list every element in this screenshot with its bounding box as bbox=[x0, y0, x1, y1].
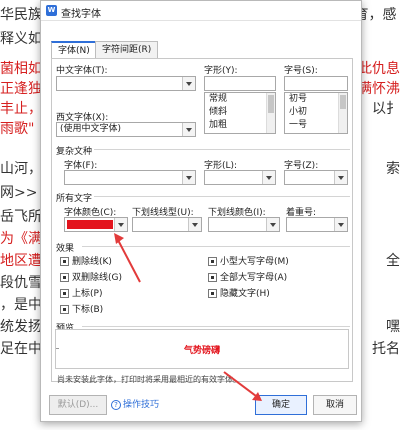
dialog-titlebar[interactable]: W 查找字体 bbox=[41, 1, 361, 21]
style-input[interactable] bbox=[204, 76, 276, 91]
strikethrough-checkbox[interactable]: 删除线(K) bbox=[60, 257, 112, 267]
document-text-line: 托名 bbox=[372, 341, 400, 357]
style-scrollbar[interactable] bbox=[266, 93, 275, 133]
document-text-line: 释义如 bbox=[0, 31, 42, 47]
document-text-line: 以扌 bbox=[372, 101, 400, 117]
checkbox-box[interactable] bbox=[208, 289, 217, 298]
effects-section-title: 效果 bbox=[56, 244, 75, 254]
checkbox-box[interactable] bbox=[208, 273, 217, 282]
size-input[interactable] bbox=[284, 76, 348, 91]
font-not-installed-note: 尚未安装此字体，打印时将采用最相近的有效字体。 bbox=[57, 375, 241, 384]
size-label: 字号(S): bbox=[284, 66, 318, 76]
chevron-down-icon[interactable] bbox=[182, 77, 195, 90]
document-text-line: 地区遭 bbox=[0, 253, 42, 269]
size-scrollbar[interactable] bbox=[338, 93, 347, 133]
chevron-down-icon[interactable] bbox=[334, 218, 347, 231]
cancel-button[interactable]: 取消 bbox=[313, 395, 357, 415]
dialog-title: 查找字体 bbox=[61, 9, 101, 20]
document-text-line: 菌相如 bbox=[0, 61, 42, 77]
list-item[interactable]: 倾斜 bbox=[205, 106, 275, 119]
checkbox-box[interactable] bbox=[208, 257, 217, 266]
checkbox-label: 下标(B) bbox=[72, 305, 104, 315]
help-link[interactable]: ? 操作技巧 bbox=[111, 400, 159, 411]
superscript-checkbox[interactable]: 上标(P) bbox=[60, 289, 102, 299]
western-font-value: (使用中文字体) bbox=[60, 124, 122, 134]
checkbox-box[interactable] bbox=[60, 273, 69, 282]
document-text-line: 满怀沸 bbox=[358, 81, 400, 97]
style-listbox[interactable]: 常规 倾斜 加粗 bbox=[204, 92, 276, 134]
chevron-down-icon[interactable] bbox=[334, 171, 347, 184]
all-caps-checkbox[interactable]: 全部大写字母(A) bbox=[208, 273, 287, 283]
section-divider bbox=[82, 326, 350, 327]
help-link-label: 操作技巧 bbox=[123, 400, 160, 410]
section-divider bbox=[82, 246, 350, 247]
chevron-down-icon[interactable] bbox=[114, 218, 127, 231]
checkbox-box[interactable] bbox=[60, 305, 69, 314]
chinese-font-combo[interactable] bbox=[56, 76, 196, 91]
document-text-line: 统发扬 bbox=[0, 319, 42, 335]
complex-section-title: 复杂文种 bbox=[56, 147, 93, 157]
chevron-down-icon[interactable] bbox=[182, 171, 195, 184]
find-font-dialog: W 查找字体 字体(N) 字符间距(R) 中文字体(T): 字形(Y): 字号(… bbox=[40, 0, 362, 422]
hidden-text-checkbox[interactable]: 隐藏文字(H) bbox=[208, 289, 270, 299]
western-font-combo[interactable]: (使用中文字体) bbox=[56, 122, 196, 137]
document-text-line: 山河， bbox=[0, 161, 42, 177]
font-color-picker[interactable] bbox=[64, 217, 128, 232]
checkbox-label: 双删除线(G) bbox=[72, 273, 122, 283]
complex-font-combo[interactable] bbox=[64, 170, 196, 185]
document-text-line: 雨歌" bbox=[0, 121, 35, 137]
document-text-line: 岳飞所 bbox=[0, 209, 42, 225]
chevron-down-icon[interactable] bbox=[262, 171, 275, 184]
scrollbar-thumb[interactable] bbox=[268, 95, 274, 113]
section-divider bbox=[94, 196, 350, 197]
font-color-swatch bbox=[67, 220, 113, 229]
underline-color-combo[interactable] bbox=[208, 217, 280, 232]
scrollbar-thumb[interactable] bbox=[340, 95, 346, 109]
all-text-section-title: 所有文字 bbox=[56, 194, 93, 204]
document-text-line: 网>> bbox=[0, 185, 38, 201]
document-text-line: 全 bbox=[386, 253, 400, 269]
chevron-down-icon[interactable] bbox=[188, 218, 201, 231]
checkbox-box[interactable] bbox=[60, 289, 69, 298]
document-text-line: 正逢独 bbox=[0, 81, 42, 97]
chinese-font-label: 中文字体(T): bbox=[56, 66, 108, 76]
font-preview-box: 气势磅礴 bbox=[55, 329, 349, 369]
double-strikethrough-checkbox[interactable]: 双删除线(G) bbox=[60, 273, 122, 283]
checkbox-label: 隐藏文字(H) bbox=[220, 289, 270, 299]
chevron-down-icon[interactable] bbox=[266, 218, 279, 231]
document-text-line: 段仇雪 bbox=[0, 275, 42, 291]
section-divider bbox=[94, 149, 350, 150]
question-icon: ? bbox=[111, 400, 121, 410]
style-label: 字形(Y): bbox=[204, 66, 238, 76]
document-text-line: ，是中 bbox=[0, 297, 42, 313]
default-button[interactable]: 默认(D)... bbox=[49, 395, 107, 415]
document-text-line: 此仇息 bbox=[358, 61, 400, 77]
subscript-checkbox[interactable]: 下标(B) bbox=[60, 305, 103, 315]
chevron-down-icon[interactable] bbox=[182, 123, 195, 136]
small-caps-checkbox[interactable]: 小型大写字母(M) bbox=[208, 257, 289, 267]
document-text-line: 为《满 bbox=[0, 231, 42, 247]
checkbox-label: 删除线(K) bbox=[72, 257, 112, 267]
underline-type-combo[interactable] bbox=[132, 217, 202, 232]
size-listbox[interactable]: 初号 小初 一号 bbox=[284, 92, 348, 134]
tab-character-spacing[interactable]: 字符间距(R) bbox=[95, 41, 159, 59]
ok-button[interactable]: 确定 bbox=[255, 395, 307, 415]
emphasis-combo[interactable] bbox=[286, 217, 348, 232]
complex-style-combo[interactable] bbox=[204, 170, 276, 185]
checkbox-label: 上标(P) bbox=[72, 289, 103, 299]
checkbox-label: 小型大写字母(M) bbox=[220, 257, 289, 267]
complex-size-combo[interactable] bbox=[284, 170, 348, 185]
list-item[interactable]: 加粗 bbox=[205, 119, 275, 132]
document-text-line: 嘿 bbox=[386, 319, 400, 335]
document-text-line: 索 bbox=[386, 161, 400, 177]
list-item[interactable]: 常规 bbox=[205, 93, 275, 106]
checkbox-box[interactable] bbox=[60, 257, 69, 266]
wps-app-icon: W bbox=[46, 5, 57, 16]
preview-text: 气势磅礴 bbox=[183, 346, 220, 356]
document-text-line: 足在中 bbox=[0, 341, 42, 357]
checkbox-label: 全部大写字母(A) bbox=[220, 273, 288, 283]
